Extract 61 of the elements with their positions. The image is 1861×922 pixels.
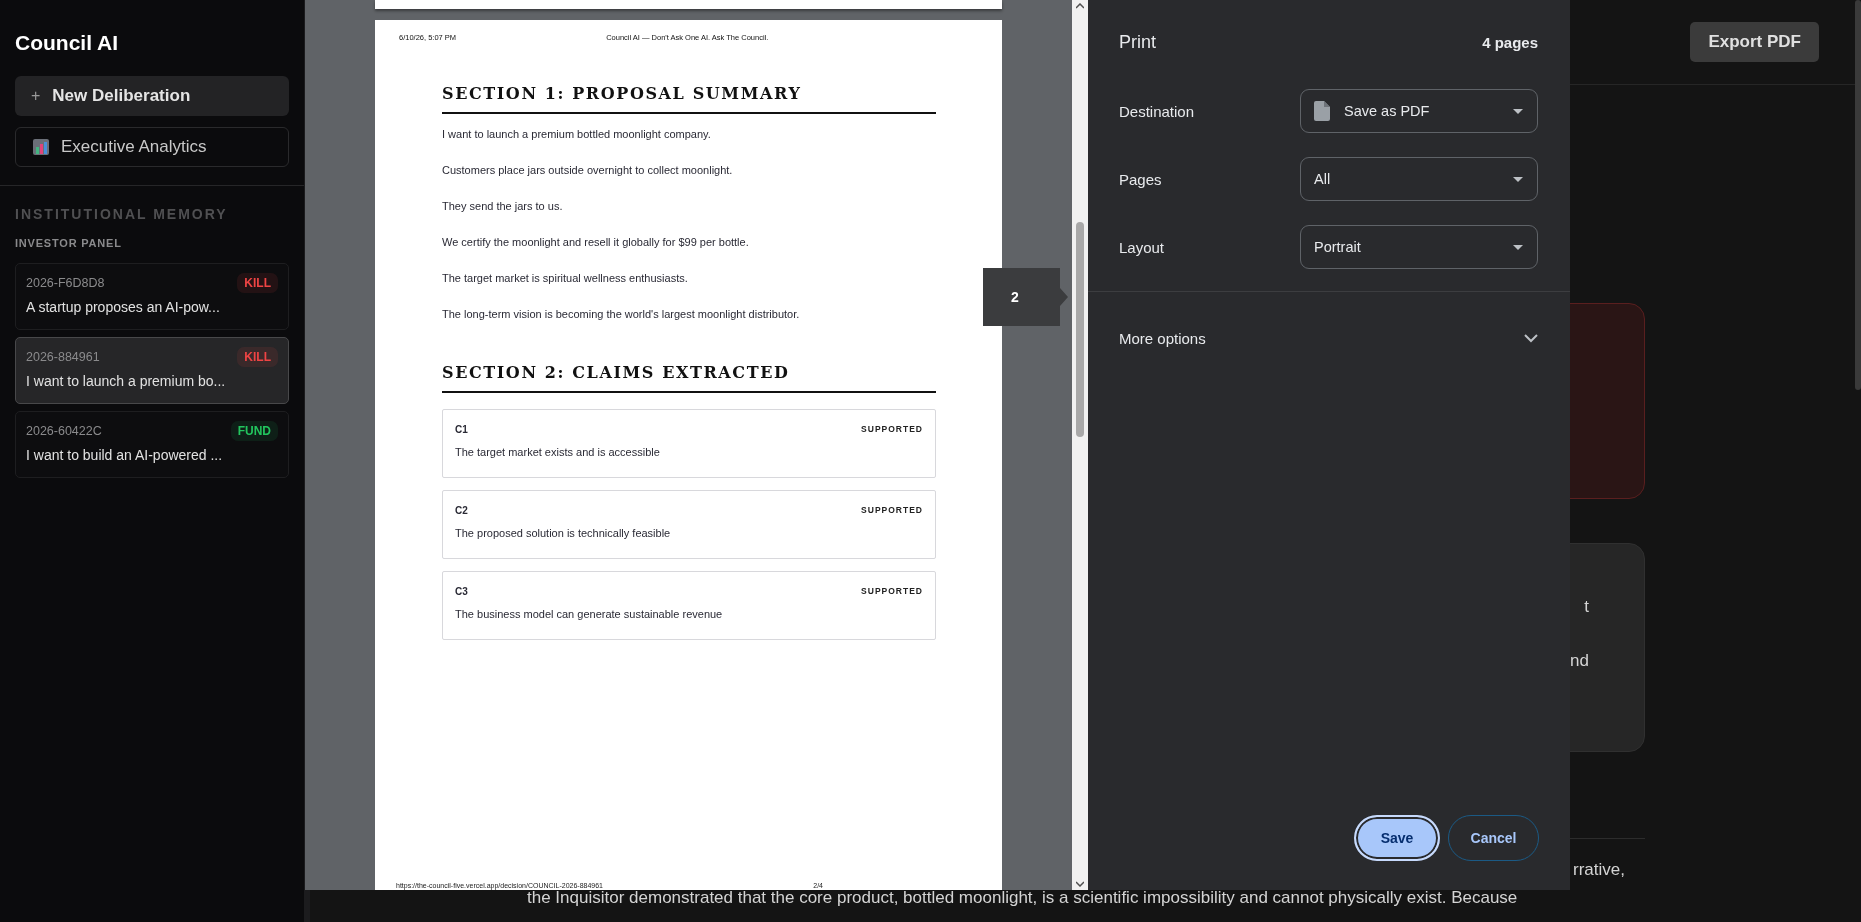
chevron-icon <box>1524 334 1538 343</box>
scroll-up-icon[interactable] <box>1076 3 1084 9</box>
setting-dropdown[interactable]: Save as PDF <box>1300 89 1538 133</box>
decision-id: 2026-F6D8D8 <box>26 276 105 290</box>
card-text: nd <box>1570 651 1589 671</box>
file-icon <box>1314 101 1330 121</box>
more-options-toggle[interactable]: More options <box>1119 330 1538 347</box>
paragraph-text: I want to launch a premium bottled moonlight company. <box>442 128 712 141</box>
group-heading: INVESTOR PANEL <box>15 237 123 249</box>
verdict-badge: KILL <box>237 347 278 367</box>
setting-label: Destination <box>1119 102 1196 120</box>
decision-card[interactable]: 2026-884961 KILL I want to launch a premium bo... <box>15 337 289 404</box>
save-button[interactable]: Save <box>1354 815 1440 861</box>
setting-label: Layout <box>1119 238 1166 256</box>
claim-id: C3 <box>455 586 468 597</box>
claim-id: C1 <box>455 424 468 435</box>
paragraph-text: Customers place jars outside overnight to collect moonlight. <box>442 164 734 177</box>
scrollbar-thumb[interactable] <box>1076 222 1084 437</box>
paragraph-text: The target market is spiritual wellness enthusiasts. <box>442 272 689 285</box>
decision-card[interactable]: 2026-F6D8D8 KILL A startup proposes an AI-pow... <box>15 263 289 330</box>
claim-status: SUPPORTED <box>861 505 923 516</box>
export-pdf-button[interactable]: Export PDF <box>1690 22 1819 62</box>
claim-status: SUPPORTED <box>861 586 923 597</box>
bar-chart-icon <box>33 139 49 155</box>
decision-summary: A startup proposes an AI-pow... <box>26 299 221 315</box>
card-text: t <box>1584 597 1589 617</box>
claim-text: The target market exists and is accessible <box>455 446 661 458</box>
paragraph-text: We certify the moonlight and resell it globally for $99 per bottle. <box>442 236 750 249</box>
decision-summary: I want to build an AI-powered ... <box>26 447 224 463</box>
decision-id: 2026-884961 <box>26 350 100 364</box>
claim-status: SUPPORTED <box>861 424 923 435</box>
caret-icon <box>1513 176 1523 182</box>
section-heading: INSTITUTIONAL MEMORY <box>15 206 229 222</box>
plus-icon: + <box>31 87 41 105</box>
app-title: Council AI <box>15 31 120 55</box>
caret-icon <box>1513 108 1523 114</box>
dialog-title: Print <box>1119 32 1156 53</box>
scroll-down-icon[interactable] <box>1076 881 1084 887</box>
paragraph-text: The long-term vision is becoming the world's largest moonlight distributor. <box>442 308 801 321</box>
section-heading: SECTION 2: CLAIMS EXTRACTED <box>442 363 936 393</box>
executive-analytics-button[interactable]: Executive Analytics <box>15 127 289 167</box>
decision-id: 2026-60422C <box>26 424 102 438</box>
setting-dropdown[interactable]: Portrait <box>1300 225 1538 269</box>
paragraph-text: They send the jars to us. <box>442 200 564 213</box>
verdict-badge: KILL <box>237 273 278 293</box>
paragraph-text: rrative, <box>1572 860 1626 880</box>
new-deliberation-button[interactable]: + New Deliberation <box>15 76 289 116</box>
setting-label: Pages <box>1119 170 1163 188</box>
decision-card[interactable]: 2026-60422C FUND I want to build an AI-powered ... <box>15 411 289 478</box>
paragraph-text: the Inquisitor demonstrated that the core product, bottled moonlight, is a scientific impossibility and cannot physically exist. Because <box>527 888 1519 908</box>
scrollbar-thumb[interactable] <box>1855 0 1861 390</box>
decision-summary: I want to launch a premium bo... <box>26 373 227 389</box>
page-number-tooltip: 2 <box>983 268 1068 326</box>
setting-dropdown[interactable]: All <box>1300 157 1538 201</box>
page-count: 4 pages <box>1482 34 1538 51</box>
verdict-badge: FUND <box>230 421 278 441</box>
section-heading: SECTION 1: PROPOSAL SUMMARY <box>442 84 936 114</box>
claim-text: The business model can generate sustainable revenue <box>455 608 724 620</box>
caret-icon <box>1513 244 1523 250</box>
claim-text: The proposed solution is technically feasible <box>455 527 672 539</box>
claim-id: C2 <box>455 505 468 516</box>
